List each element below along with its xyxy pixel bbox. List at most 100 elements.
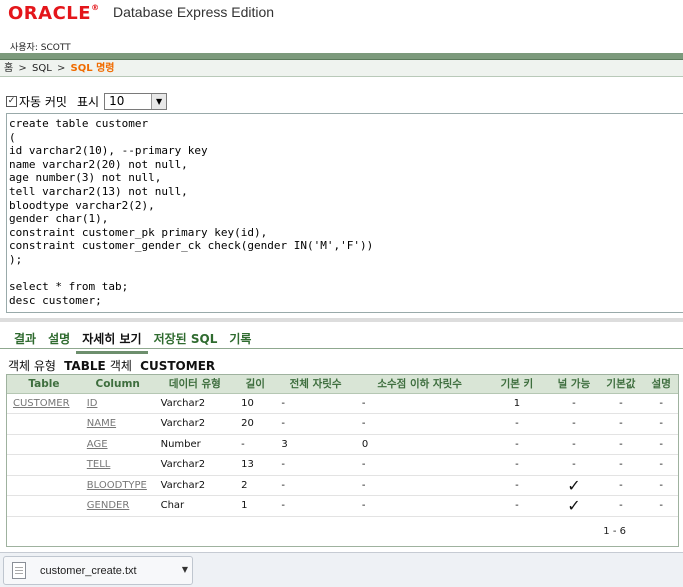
column-name-cell: TELL — [80, 454, 155, 476]
tab-1[interactable]: 설명 — [42, 330, 76, 354]
table-cell: Number — [154, 434, 236, 455]
pagination-label: 1 - 6 — [603, 526, 626, 537]
table-cell: Varchar2 — [154, 454, 236, 476]
table-cell: - — [275, 413, 356, 435]
column-header: 길이 — [235, 375, 276, 394]
column-link[interactable]: AGE — [87, 439, 108, 450]
table-cell: - — [644, 495, 678, 517]
column-header: 전체 자릿수 — [275, 375, 356, 394]
table-cell: 20 — [235, 413, 276, 435]
breadcrumb-sql-link[interactable]: SQL — [32, 63, 52, 74]
table-cell: - — [597, 454, 645, 476]
table-header-row: Table Column 데이터 유형 길이 전체 자릿수 소수점 이하 자릿수 기본 키널… — [7, 375, 678, 394]
tab-divider — [0, 348, 683, 349]
object-name: CUSTOMER — [140, 359, 216, 373]
table-cell: - — [355, 495, 484, 517]
command-toolbar: ✓ 자동 커밋 표시 10 ▼ — [6, 91, 168, 111]
column-link[interactable]: NAME — [87, 418, 116, 429]
download-filename: customer_create.txt — [40, 565, 137, 577]
display-rows-select[interactable]: 10 ▼ — [104, 92, 168, 110]
table-cell: - — [275, 475, 356, 496]
table-link[interactable]: CUSTOMER — [13, 398, 70, 409]
table-cell: - — [355, 413, 484, 435]
table-cell: - — [275, 495, 356, 517]
column-link[interactable]: GENDER — [87, 500, 130, 511]
table-cell: 13 — [235, 454, 276, 476]
download-bar: customer_create.txt ▼ — [0, 552, 683, 587]
table-body: CUSTOMER ID Varchar2 10- -1- - - NAME Varchar2 20… — [7, 393, 678, 517]
table-cell: Varchar2 — [154, 393, 236, 414]
header-divider — [0, 53, 683, 60]
table-name-cell — [7, 495, 81, 517]
table-cell: Varchar2 — [154, 413, 236, 435]
tab-0[interactable]: 결과 — [8, 330, 42, 354]
column-link[interactable]: ID — [87, 398, 98, 409]
table-cell: 3 — [275, 434, 356, 455]
table-name-cell — [7, 475, 81, 496]
breadcrumb-current: SQL 명령 — [70, 63, 115, 74]
column-link[interactable]: TELL — [87, 459, 111, 470]
column-header: 기본 키 — [483, 375, 551, 394]
user-indicator: 사용자: SCOTT — [10, 43, 71, 53]
table-cell: - — [483, 434, 551, 455]
display-rows-value: 10 — [109, 93, 125, 108]
table-cell: - — [550, 434, 598, 455]
column-name-cell: AGE — [80, 434, 155, 455]
table-cell: - — [483, 454, 551, 476]
table-cell: - — [644, 413, 678, 435]
table-cell: - — [483, 413, 551, 435]
table-cell: - — [597, 434, 645, 455]
table-cell: - — [550, 413, 598, 435]
table-cell: - — [483, 495, 551, 517]
chevron-down-icon[interactable]: ▼ — [182, 565, 188, 574]
table-row: BLOODTYPE Varchar2 2- - - ✓ - - — [7, 475, 678, 496]
describe-table-panel: Table Column 데이터 유형 길이 전체 자릿수 소수점 이하 자릿수 기본 키널… — [6, 374, 679, 547]
column-header: 기본값 — [597, 375, 645, 394]
column-name-cell: GENDER — [80, 495, 155, 517]
chevron-down-icon[interactable]: ▼ — [151, 93, 167, 109]
table-row: GENDER Char 1- - - ✓ - - — [7, 495, 678, 517]
table-cell: 1 — [235, 495, 276, 517]
table-cell: - — [597, 413, 645, 435]
tab-2[interactable]: 자세히 보기 — [76, 330, 148, 354]
table-cell: - — [235, 434, 276, 455]
table-cell: 10 — [235, 393, 276, 414]
column-header: 널 가능 — [550, 375, 598, 394]
text-file-icon — [12, 562, 26, 579]
column-header: 설명 — [644, 375, 678, 394]
column-header: Table — [7, 375, 81, 394]
column-header: 데이터 유형 — [154, 375, 236, 394]
app-header: ORACLE® Database Express Edition 사용자: SC… — [0, 0, 683, 53]
table-cell: - — [355, 475, 484, 496]
column-name-cell: ID — [80, 393, 155, 414]
table-row: NAME Varchar2 20- - - - - - — [7, 413, 678, 435]
download-item[interactable]: customer_create.txt ▼ — [3, 556, 193, 585]
table-name-cell — [7, 454, 81, 476]
column-name-cell: NAME — [80, 413, 155, 435]
column-header: Column — [80, 375, 155, 394]
tab-3[interactable]: 저장된 SQL — [148, 330, 224, 354]
sql-editor[interactable]: create table customer ( id varchar2(10),… — [6, 113, 683, 313]
display-label: 표시 — [76, 94, 100, 109]
product-title: Database Express Edition — [113, 4, 275, 20]
breadcrumb-home-link[interactable]: 홈 — [4, 63, 13, 74]
object-type-label: 객체 유형 — [8, 359, 56, 373]
tab-4[interactable]: 기록 — [223, 330, 257, 354]
breadcrumb: 홈 > SQL > SQL 명령 — [0, 60, 683, 77]
table-cell: - — [644, 454, 678, 476]
column-link[interactable]: BLOODTYPE — [87, 480, 147, 491]
table-cell: - — [550, 454, 598, 476]
table-row: AGE Number -3 0- - - - — [7, 434, 678, 455]
table-cell: - — [355, 393, 484, 414]
table-cell: - — [597, 495, 645, 517]
result-tabs: 결과 설명 자세히 보기 저장된 SQL 기록 — [8, 330, 257, 354]
table-cell: 0 — [355, 434, 484, 455]
table-cell: - — [597, 393, 645, 414]
sql-editor-text[interactable]: create table customer ( id varchar2(10),… — [7, 114, 683, 307]
table-row: CUSTOMER ID Varchar2 10- -1- - - — [7, 393, 678, 414]
table-cell: - — [597, 475, 645, 496]
table-row: TELL Varchar2 13- - - - - - — [7, 454, 678, 476]
table-cell: 1 — [483, 393, 551, 414]
autocommit-checkbox[interactable]: ✓ — [6, 95, 17, 107]
result-tabstrip: 결과 설명 자세히 보기 저장된 SQL 기록 — [0, 318, 683, 354]
